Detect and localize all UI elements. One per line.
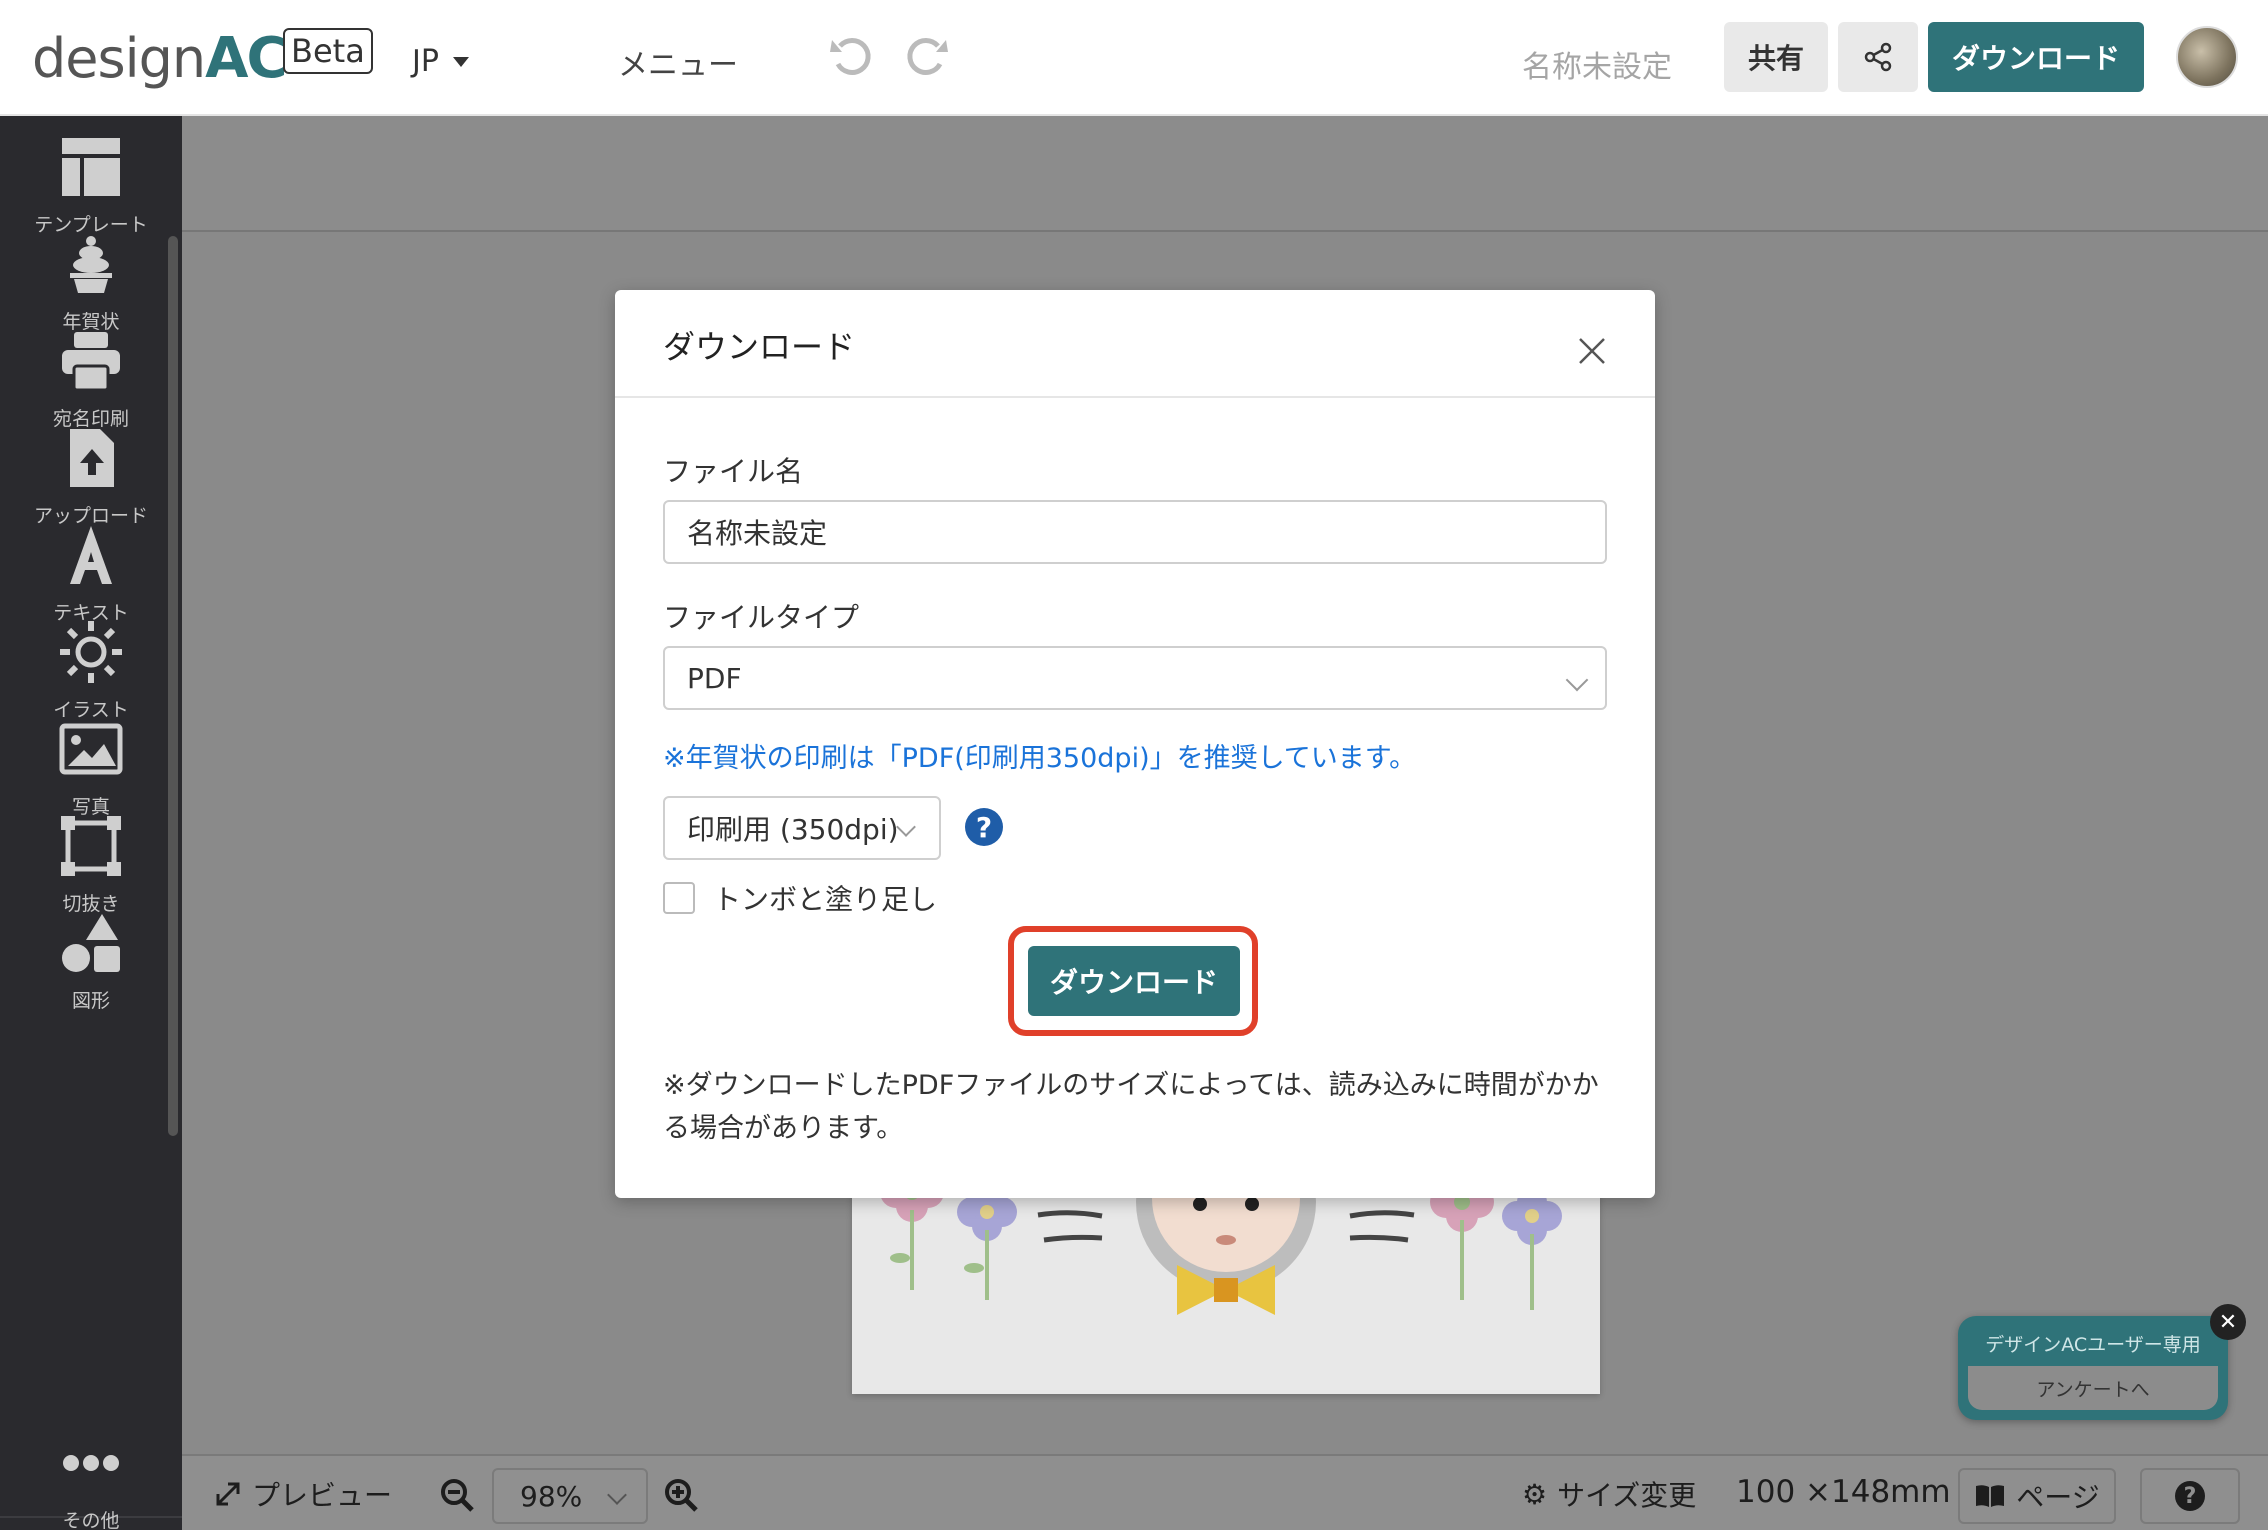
share-button[interactable]: 共有 — [1724, 22, 1828, 92]
sidebar-item-label: 図形 — [71, 990, 110, 1012]
upload-icon — [70, 429, 114, 487]
more-icon — [63, 1455, 119, 1471]
page-button[interactable]: ページ — [1958, 1468, 2116, 1524]
zoom-in-icon[interactable] — [664, 1478, 698, 1512]
download-button-top[interactable]: ダウンロード — [1928, 22, 2144, 92]
share-icon — [1864, 42, 1892, 72]
preview-button[interactable]: プレビュー — [214, 1474, 392, 1514]
language-selector[interactable]: JP — [412, 44, 469, 79]
file-type-value: PDF — [687, 661, 742, 695]
file-name-label: ファイル名 — [663, 455, 804, 488]
expand-icon — [216, 1482, 240, 1506]
logo[interactable]: design AC — [32, 25, 288, 91]
page-label: ページ — [2016, 1481, 2100, 1514]
kagami-mochi-icon — [70, 236, 112, 293]
sidebar-scrollbar[interactable] — [168, 236, 178, 1136]
question-icon[interactable]: ? — [965, 808, 1003, 846]
dialog-header: ダウンロード — [615, 290, 1655, 398]
sidebar-item-more[interactable]: その他 — [0, 1412, 182, 1530]
download-dialog: ダウンロード ファイル名 名称未設定 ファイルタイプ PDF ※年賀状の印刷は「… — [615, 290, 1655, 1198]
help-button[interactable]: ? — [2140, 1468, 2240, 1524]
sidebar: テンプレート 年賀状 宛名印刷 アップロード テキスト イラスト 写真 切抜き … — [0, 116, 182, 1530]
survey-close-icon[interactable]: ✕ — [2210, 1304, 2246, 1340]
language-label: JP — [412, 44, 439, 79]
photo-icon — [59, 723, 123, 775]
canvas-dimensions: 100 ×148mm — [1736, 1474, 1951, 1510]
shapes-icon — [62, 914, 120, 972]
menu-button[interactable]: メニュー — [618, 40, 738, 84]
avatar[interactable] — [2176, 26, 2238, 88]
undo-icon[interactable] — [826, 30, 878, 82]
zoom-value: 98% — [520, 1479, 583, 1513]
recommend-note: ※年賀状の印刷は「PDF(印刷用350dpi)」を推奨しています。 — [663, 743, 1417, 774]
sun-icon — [60, 621, 122, 683]
toolbar-strip — [182, 116, 2268, 232]
download-button[interactable]: ダウンロード — [1028, 946, 1240, 1016]
beta-badge: Beta — [283, 28, 373, 74]
crop-marks-checkbox[interactable] — [663, 882, 695, 914]
survey-badge[interactable]: デザインACユーザー専用 アンケートへ — [1958, 1316, 2228, 1420]
dialog-title: ダウンロード — [663, 328, 856, 366]
printer-icon — [62, 332, 120, 392]
logo-text: design — [32, 26, 206, 90]
chevron-down-icon — [1565, 668, 1589, 692]
book-icon — [1976, 1485, 2005, 1507]
share-link-button[interactable] — [1838, 22, 1918, 92]
file-name-input[interactable]: 名称未設定 — [663, 500, 1607, 564]
help-icon: ? — [2175, 1481, 2205, 1511]
chevron-down-icon — [896, 817, 916, 837]
logo-ac: AC — [205, 25, 287, 91]
resize-label: サイズ変更 — [1557, 1479, 1697, 1512]
caret-down-icon — [452, 56, 469, 67]
redo-icon[interactable] — [900, 30, 952, 82]
text-icon — [70, 526, 112, 584]
crop-marks-label[interactable]: トンボと塗り足し — [713, 878, 937, 918]
preview-label: プレビュー — [252, 1479, 393, 1512]
resolution-value: 印刷用 (350dpi) — [687, 813, 899, 846]
survey-button[interactable]: アンケートへ — [1968, 1366, 2218, 1410]
zoom-select[interactable]: 98% — [492, 1468, 648, 1524]
chevron-down-icon — [607, 1485, 627, 1505]
sidebar-item-shapes[interactable]: 図形 — [0, 892, 182, 1032]
resolution-select[interactable]: 印刷用 (350dpi) — [663, 796, 941, 860]
file-type-select[interactable]: PDF — [663, 646, 1607, 710]
bottom-bar: プレビュー 98% ⚙ サイズ変更 100 ×148mm ページ ? — [182, 1454, 2268, 1530]
file-name-value: 名称未設定 — [687, 517, 828, 550]
resize-button[interactable]: ⚙ サイズ変更 — [1522, 1474, 1696, 1514]
zoom-out-icon[interactable] — [440, 1478, 474, 1512]
sidebar-item-label: その他 — [62, 1510, 120, 1530]
template-icon — [62, 138, 120, 196]
download-note: ※ダウンロードしたPDFファイルのサイズによっては、読み込みに時間がかかる場合が… — [663, 1070, 1599, 1144]
gear-icon: ⚙ — [1522, 1477, 1548, 1511]
top-bar: design AC Beta JP メニュー 名称未設定 共有 ダウンロード — [0, 0, 2268, 116]
file-type-label: ファイルタイプ — [663, 601, 860, 634]
document-name[interactable]: 名称未設定 — [1522, 42, 1672, 86]
survey-title: デザインACユーザー専用 — [1985, 1334, 2201, 1356]
crop-icon — [61, 816, 121, 876]
close-icon[interactable] — [1575, 334, 1609, 368]
